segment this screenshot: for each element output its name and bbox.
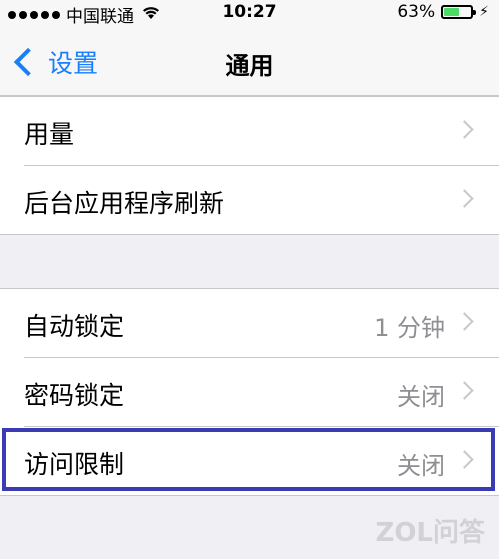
navigation-bar: 设置 通用 bbox=[0, 26, 499, 96]
row-background-refresh[interactable]: 后台应用程序刷新 bbox=[0, 166, 499, 234]
chevron-right-icon bbox=[455, 381, 474, 400]
battery-level-fill bbox=[444, 8, 460, 16]
watermark-logo: ZOL问答 bbox=[375, 518, 485, 548]
row-label: 用量 bbox=[24, 120, 75, 149]
chevron-right-icon bbox=[455, 189, 474, 208]
chevron-right-icon bbox=[455, 312, 474, 331]
row-value: 关闭 bbox=[397, 383, 445, 411]
status-right: 63% ⚡ bbox=[397, 2, 489, 22]
row-label: 后台应用程序刷新 bbox=[24, 189, 225, 218]
chevron-right-icon bbox=[455, 120, 474, 139]
settings-group-1: 用量 后台应用程序刷新 bbox=[0, 96, 499, 235]
status-bar: 中国联通 10:27 63% ⚡ bbox=[0, 0, 499, 27]
row-usage[interactable]: 用量 bbox=[0, 97, 499, 165]
highlight-box bbox=[2, 428, 495, 491]
row-label: 自动锁定 bbox=[24, 312, 125, 341]
row-value: 1 分钟 bbox=[374, 314, 445, 342]
page-title: 通用 bbox=[225, 52, 274, 80]
battery-percent: 63% bbox=[397, 2, 436, 22]
charging-bolt-icon: ⚡ bbox=[479, 4, 489, 20]
row-label: 密码锁定 bbox=[24, 381, 125, 410]
row-auto-lock[interactable]: 自动锁定 1 分钟 bbox=[0, 289, 499, 357]
row-passcode-lock[interactable]: 密码锁定 关闭 bbox=[0, 358, 499, 426]
battery-icon bbox=[441, 5, 477, 19]
